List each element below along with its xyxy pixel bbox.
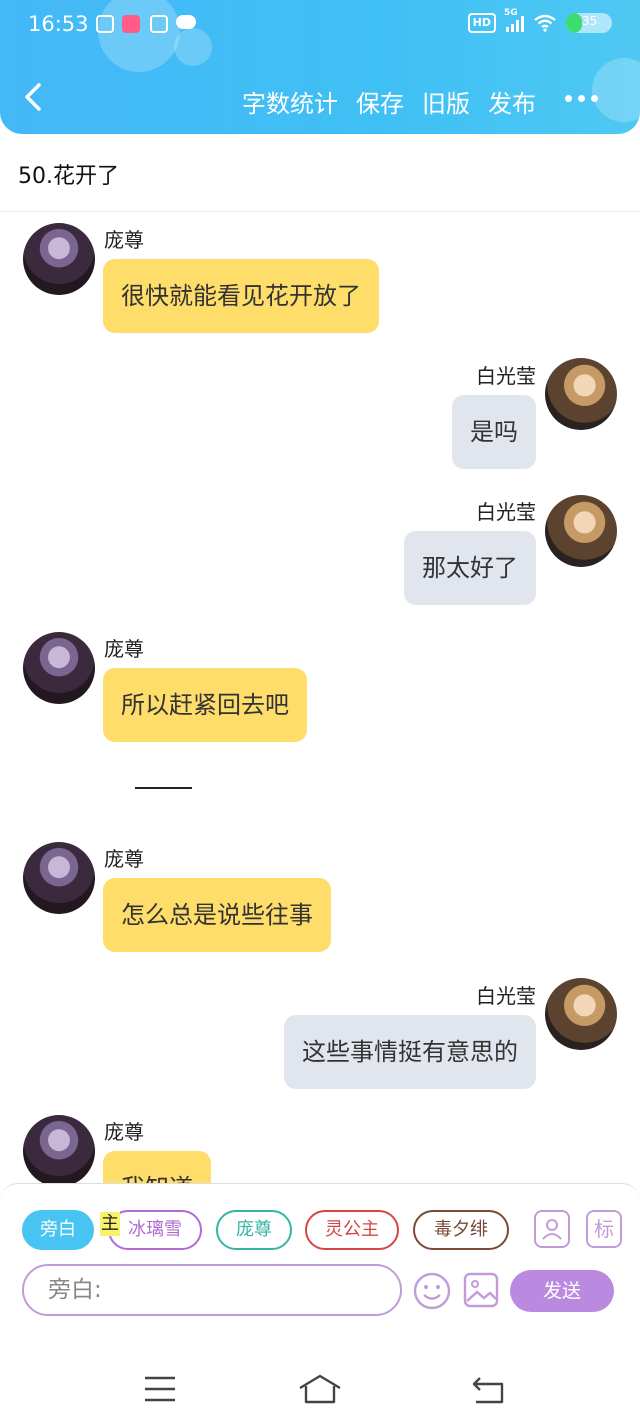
word-count-button[interactable]: 字数统计 [242, 84, 338, 119]
sender-name: 庞尊 [104, 1120, 144, 1144]
sender-name: 庞尊 [104, 228, 144, 252]
avatar[interactable] [23, 842, 95, 914]
message-bubble[interactable]: 是吗 [452, 395, 536, 469]
back-icon[interactable] [472, 1376, 504, 1404]
character-chip-linggongzhu[interactable]: 灵公主 [305, 1210, 399, 1250]
character-chip-narrator[interactable]: 旁白 [22, 1210, 94, 1250]
character-chip-duxifei[interactable]: 毒夕绯 [413, 1210, 509, 1250]
character-chip-binglixue[interactable]: 冰璃雪 [108, 1210, 202, 1250]
more-options-icon[interactable] [565, 95, 598, 102]
battery-percent: 35 [582, 14, 598, 28]
sender-name: 庞尊 [104, 847, 144, 871]
character-chip-pangzun[interactable]: 庞尊 [216, 1210, 292, 1250]
message-bubble[interactable]: 那太好了 [404, 531, 536, 605]
chapter-title-bar: 50.花开了 [0, 134, 640, 212]
status-bar: 16:53 HD 5G 35 [0, 0, 640, 50]
scene-divider [135, 787, 192, 789]
sender-name: 白光莹 [476, 984, 536, 1008]
send-button[interactable]: 发送 [510, 1270, 614, 1312]
avatar[interactable] [545, 495, 617, 567]
message-input[interactable]: 旁白: [22, 1264, 402, 1316]
chapter-title[interactable]: 50.花开了 [18, 158, 119, 190]
sender-name: 白光莹 [476, 500, 536, 524]
wifi-icon [534, 14, 556, 32]
image-icon[interactable] [462, 1271, 500, 1309]
emoji-icon[interactable] [412, 1271, 452, 1311]
avatar[interactable] [545, 358, 617, 430]
message-bubble[interactable]: 这些事情挺有意思的 [284, 1015, 536, 1089]
battery-level [566, 13, 583, 33]
avatar[interactable] [23, 223, 95, 295]
decorative-bubble [592, 58, 640, 122]
notification-icon [96, 15, 114, 33]
character-manage-icon[interactable] [534, 1210, 570, 1248]
main-character-badge: 主 [100, 1212, 120, 1236]
publish-button[interactable]: 发布 [488, 84, 536, 119]
composer-panel: 旁白 冰璃雪 主 庞尊 灵公主 毒夕绯 标 旁白: 发送 [0, 1183, 640, 1318]
network-type: 5G [504, 8, 518, 18]
avatar[interactable] [23, 632, 95, 704]
cloud-icon [176, 15, 196, 29]
battery-icon: 35 [566, 13, 612, 33]
message-bubble[interactable]: 所以赶紧回去吧 [103, 668, 307, 742]
message-bubble[interactable]: 怎么总是说些往事 [103, 878, 331, 952]
menu-icon[interactable] [144, 1376, 176, 1402]
hd-icon: HD [467, 13, 496, 33]
back-arrow-icon[interactable] [22, 82, 44, 112]
sender-name: 白光莹 [476, 364, 536, 388]
sender-name: 庞尊 [104, 637, 144, 661]
message-bubble[interactable]: 很快就能看见花开放了 [103, 259, 379, 333]
mark-button[interactable]: 标 [586, 1210, 622, 1248]
signal-icon: 5G [504, 8, 524, 32]
toolbar-actions: 字数统计 保存 旧版 发布 [242, 84, 536, 119]
old-version-button[interactable]: 旧版 [422, 84, 470, 119]
hotspot-icon [150, 15, 168, 33]
system-navigation-bar [0, 1318, 640, 1427]
save-button[interactable]: 保存 [356, 84, 404, 119]
home-icon[interactable] [298, 1374, 342, 1404]
top-app-bar: 16:53 HD 5G 35 字数统计 保存 旧版 发布 [0, 0, 640, 134]
avatar[interactable] [545, 978, 617, 1050]
avatar[interactable] [23, 1115, 95, 1187]
app-notification-icon [122, 15, 140, 33]
status-time: 16:53 [28, 12, 89, 36]
